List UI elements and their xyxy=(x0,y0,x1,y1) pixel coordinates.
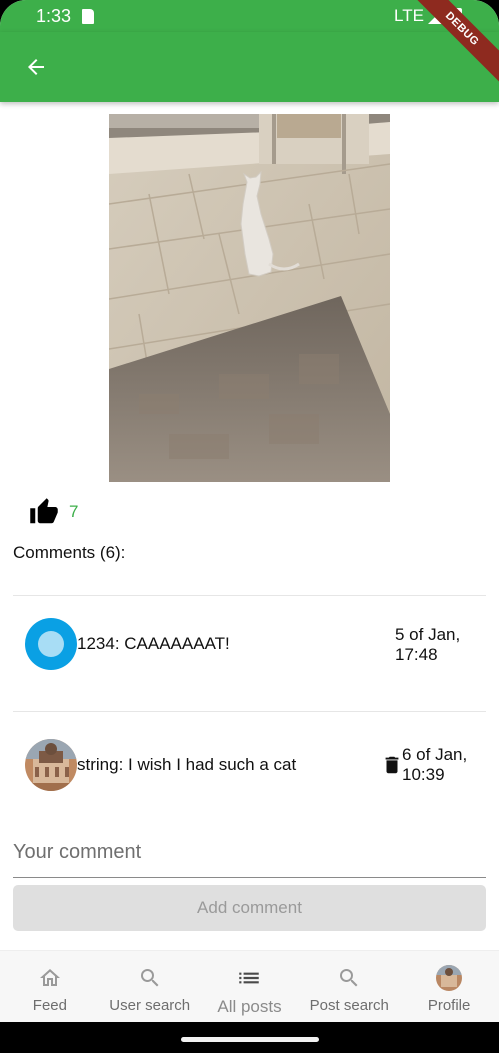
avatar xyxy=(25,739,77,791)
comment-text: string: I wish I had such a cat xyxy=(77,755,297,774)
search-icon xyxy=(336,965,362,991)
comment-time-line: 10:39 xyxy=(402,765,445,784)
like-row: 7 xyxy=(28,496,78,528)
delete-comment-button[interactable] xyxy=(381,752,403,778)
comment-date: 5 of Jan, 17:48 xyxy=(395,625,460,665)
nav-user-search[interactable]: User search xyxy=(100,951,200,1022)
comment-date-line: 6 of Jan, xyxy=(402,745,468,764)
status-time: 1:33 xyxy=(36,6,72,26)
like-button[interactable] xyxy=(28,496,60,528)
comments-heading: Comments (6): xyxy=(13,543,126,562)
nav-all-posts[interactable]: All posts xyxy=(200,951,300,1022)
home-gesture-bar[interactable] xyxy=(181,1037,319,1042)
comment-time-line: 17:48 xyxy=(395,645,438,664)
search-icon xyxy=(137,965,163,991)
nav-label: All posts xyxy=(217,997,282,1016)
comment-date: 6 of Jan, 10:39 xyxy=(402,745,467,785)
arrow-back-icon xyxy=(28,59,44,75)
avatar xyxy=(436,965,463,991)
back-button[interactable] xyxy=(14,45,58,89)
post-image xyxy=(109,114,390,482)
sd-card-icon xyxy=(82,9,94,24)
avatar xyxy=(25,618,77,670)
status-network: LTE xyxy=(394,6,424,25)
nav-label: Feed xyxy=(32,997,67,1014)
comment-input[interactable] xyxy=(13,828,486,878)
like-count: 7 xyxy=(69,502,79,521)
bottom-navigation: Feed User search All posts Post search P… xyxy=(0,950,499,1022)
nav-label: User search xyxy=(109,997,191,1014)
list-icon xyxy=(236,965,262,991)
comment-text: 1234: CAAAAAAAT! xyxy=(77,634,230,653)
add-comment-button[interactable]: Add comment xyxy=(13,885,486,931)
nav-feed[interactable]: Feed xyxy=(0,951,100,1022)
nav-profile[interactable]: Profile xyxy=(399,951,499,1022)
nav-label: Profile xyxy=(427,997,471,1014)
app-bar xyxy=(0,32,499,102)
thumb-up-icon xyxy=(30,498,58,524)
nav-post-search[interactable]: Post search xyxy=(299,951,399,1022)
comment-item: 1234: CAAAAAAAT! 5 of Jan, 17:48 xyxy=(13,596,486,692)
nav-label: Post search xyxy=(309,997,389,1014)
comment-date-line: 5 of Jan, xyxy=(395,625,461,644)
screen: 1:33 LTE DEBUG 7 Comments (6): 1234: CAA… xyxy=(0,0,499,1053)
comment-item: string: I wish I had such a cat 6 of Jan… xyxy=(13,712,486,808)
home-icon xyxy=(37,965,63,991)
trash-icon xyxy=(385,756,399,774)
